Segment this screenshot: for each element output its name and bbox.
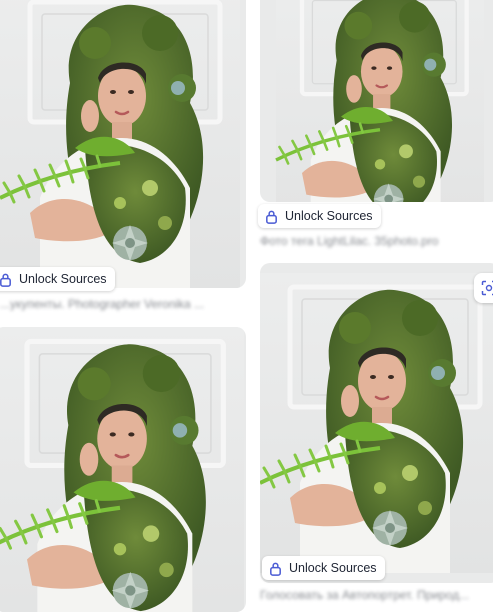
image-scan-icon <box>481 280 493 296</box>
unlock-sources-label: Unlock Sources <box>289 561 377 575</box>
image-card[interactable] <box>260 263 493 583</box>
card-photo <box>260 0 493 202</box>
card-photo <box>260 263 493 583</box>
visual-search-button[interactable] <box>474 273 493 303</box>
card-photo <box>0 327 246 612</box>
image-caption[interactable]: Фото тега LightLilac. 35photo.pro <box>260 234 485 248</box>
unlock-sources-button[interactable]: Unlock Sources <box>0 267 115 291</box>
image-caption[interactable]: Голосовать за Автопортрет. Природ... <box>260 588 493 602</box>
lock-icon <box>266 210 277 224</box>
image-caption[interactable]: ...укупенты. Photographer Veronika ... <box>0 297 245 311</box>
image-card[interactable] <box>0 327 246 612</box>
lock-icon <box>270 562 281 576</box>
unlock-sources-button[interactable]: Unlock Sources <box>258 204 381 228</box>
unlock-sources-button[interactable]: Unlock Sources <box>262 556 385 580</box>
lock-icon <box>0 273 11 287</box>
unlock-sources-label: Unlock Sources <box>19 272 107 286</box>
card-photo <box>0 0 246 288</box>
image-card[interactable] <box>0 0 246 288</box>
image-card[interactable] <box>260 0 493 202</box>
unlock-sources-label: Unlock Sources <box>285 209 373 223</box>
